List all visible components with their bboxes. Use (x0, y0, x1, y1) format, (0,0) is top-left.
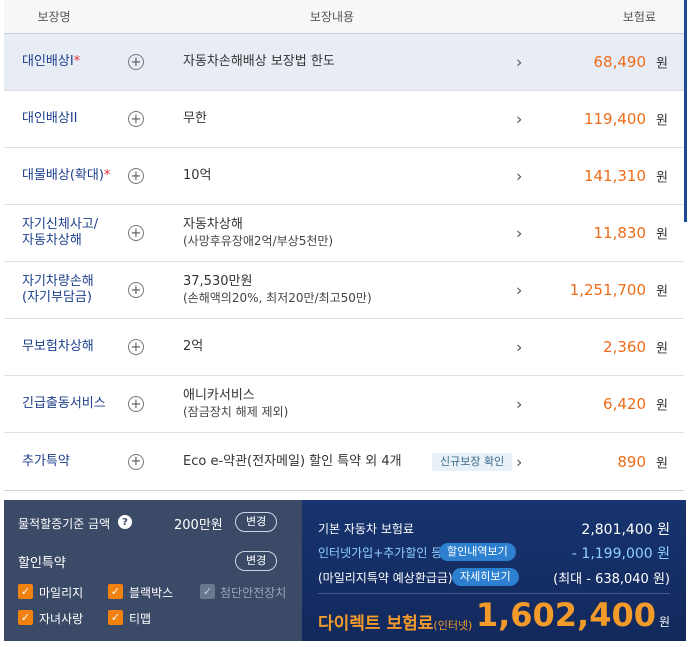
discount-value: - 1,199,000 원 (571, 546, 670, 562)
premium-unit: 원 (656, 341, 668, 357)
coverage-content: 애니카서비스 (잠금장치 해제 제외) (183, 388, 289, 419)
chevron-right-icon[interactable]: › (516, 395, 522, 414)
property-damage-value: 200만원 (174, 518, 223, 533)
header-coverage-name: 보장명 (37, 10, 71, 24)
premium-amount: 119,400 (583, 110, 646, 128)
premium-amount: 141,310 (583, 167, 646, 185)
coverage-name: 대물배상(확대)* (22, 168, 111, 183)
property-damage-label: 물적할증기준 금액 (18, 517, 111, 531)
safety-device-label: 첨단안전장치 (220, 586, 287, 600)
discount-label: 인터넷가입+추가할인 등 (318, 546, 443, 560)
coverage-row[interactable]: 자기차량손해 (자기부담금) + 37,530만원 (손해액의20%, 최저20만/… (4, 262, 684, 319)
coverage-name: 자기차량손해 (자기부담금) (22, 274, 94, 305)
premium-amount: 68,490 (593, 53, 647, 71)
coverage-content: 무한 (183, 111, 207, 126)
mileage-refund-label: (마일리지특약 예상환급금) (318, 571, 453, 585)
discount-rider-label: 할인특약 (18, 556, 66, 571)
chevron-right-icon[interactable]: › (516, 224, 522, 243)
new-coverage-badge[interactable]: 신규보장 확인 (432, 452, 513, 471)
base-premium-label: 기본 자동차 보험료 (318, 522, 414, 536)
coverage-content: 37,530만원 (손해액의20%, 최저20만/최고50만) (183, 274, 372, 305)
coverage-table: 보장명 보장내용 보험료 대인배상I* + 자동차손해배상 보장법 한도 › 6… (4, 0, 684, 491)
premium-amount: 2,360 (603, 338, 646, 356)
direct-premium-unit: 원 (658, 615, 670, 629)
coverage-content: Eco e-약관(전자메일) 할인 특약 외 4개 (183, 453, 402, 469)
coverage-name: 추가특약 (22, 453, 70, 469)
coverage-row[interactable]: 무보험차상해 + 2억 › 2,360 원 (4, 319, 684, 376)
expand-plus-icon[interactable]: + (128, 168, 144, 184)
chevron-right-icon[interactable]: › (516, 338, 522, 357)
discount-detail-button[interactable]: 할인내역보기 (439, 543, 516, 561)
expand-plus-icon[interactable]: + (128, 396, 144, 412)
coverage-row[interactable]: 대인배상II + 무한 › 119,400 원 (4, 91, 684, 148)
chevron-right-icon[interactable]: › (516, 167, 522, 186)
child-love-checkbox[interactable]: ✓ (18, 610, 33, 625)
premium-unit: 원 (656, 398, 668, 414)
chevron-right-icon[interactable]: › (516, 452, 522, 471)
premium-summary: 기본 자동차 보험료 2,801,400 원 인터넷가입+추가할인 등 할인내역… (302, 500, 686, 641)
premium-unit: 원 (656, 227, 668, 243)
premium-unit: 원 (656, 56, 668, 72)
expand-plus-icon[interactable]: + (128, 111, 144, 127)
direct-premium-label: 다이렉트 보험료(인터넷) (318, 614, 473, 634)
child-love-label: 자녀사랑 (39, 612, 84, 626)
mileage-checkbox[interactable]: ✓ (18, 584, 33, 599)
base-premium-value: 2,801,400 원 (581, 522, 670, 538)
coverage-row[interactable]: 대물배상(확대)* + 10억 › 141,310 원 (4, 148, 684, 205)
property-change-button[interactable]: 변경 (235, 512, 278, 532)
coverage-content: 자동차손해배상 보장법 한도 (183, 54, 335, 69)
premium-amount: 1,251,700 (569, 281, 646, 299)
coverage-row[interactable]: 대인배상I* + 자동차손해배상 보장법 한도 › 68,490 원 (4, 34, 684, 91)
mileage-refund-value: (최대 - 638,040 원) (553, 572, 670, 587)
safety-device-checkbox: ✓ (200, 584, 215, 599)
help-icon[interactable]: ? (118, 515, 132, 529)
expand-plus-icon[interactable]: + (128, 282, 144, 298)
coverage-content: 2억 (183, 339, 204, 354)
expand-plus-icon[interactable]: + (128, 453, 144, 470)
coverage-name: 무보험차상해 (22, 339, 94, 354)
discount-change-button[interactable]: 변경 (235, 551, 278, 571)
premium-unit: 원 (656, 284, 668, 300)
coverage-row[interactable]: 긴급출동서비스 + 애니카서비스 (잠금장치 해제 제외) › 6,420 원 (4, 376, 684, 433)
header-premium: 보험료 (622, 10, 656, 24)
tmap-label: 티맵 (129, 612, 152, 626)
coverage-name: 긴급출동서비스 (22, 396, 106, 411)
coverage-name: 대인배상I* (22, 54, 81, 69)
coverage-content: 자동차상해 (사망후유장애2억/부상5천만) (183, 217, 334, 248)
coverage-row[interactable]: 추가특약 + Eco e-약관(전자메일) 할인 특약 외 4개 신규보장 확인… (4, 433, 684, 490)
mileage-detail-button[interactable]: 자세히보기 (452, 568, 519, 586)
chevron-right-icon[interactable]: › (516, 281, 522, 300)
chevron-right-icon[interactable]: › (516, 110, 522, 129)
coverage-name: 대인배상II (22, 111, 78, 126)
premium-amount: 890 (617, 452, 646, 471)
premium-amount: 11,830 (593, 224, 647, 242)
summary-panel: 물적할증기준 금액 ? 200만원 변경 할인특약 변경 ✓ 마일리지 ✓ 블랙… (4, 500, 686, 641)
coverage-row[interactable]: 자기신체사고/자동차상해 + 자동차상해 (사망후유장애2억/부상5천만) › 1… (4, 205, 684, 262)
options-panel: 물적할증기준 금액 ? 200만원 변경 할인특약 변경 ✓ 마일리지 ✓ 블랙… (4, 500, 302, 641)
premium-unit: 원 (656, 456, 668, 471)
coverage-content: 10억 (183, 168, 212, 183)
direct-premium-value: 1,602,400 (475, 596, 656, 634)
coverage-name: 자기신체사고/자동차상해 (22, 217, 99, 248)
premium-unit: 원 (656, 170, 668, 186)
expand-plus-icon[interactable]: + (128, 339, 144, 355)
tmap-checkbox[interactable]: ✓ (108, 610, 123, 625)
premium-unit: 원 (656, 113, 668, 129)
blackbox-checkbox[interactable]: ✓ (108, 584, 123, 599)
expand-plus-icon[interactable]: + (128, 54, 144, 70)
header-coverage-content: 보장내용 (309, 10, 355, 24)
premium-amount: 6,420 (603, 395, 646, 413)
panel-edge (684, 0, 687, 222)
blackbox-label: 블랙박스 (129, 586, 174, 600)
mileage-label: 마일리지 (39, 586, 84, 600)
summary-divider (318, 593, 670, 594)
expand-plus-icon[interactable]: + (128, 225, 144, 241)
table-header: 보장명 보장내용 보험료 (4, 0, 684, 34)
chevron-right-icon[interactable]: › (516, 53, 522, 72)
